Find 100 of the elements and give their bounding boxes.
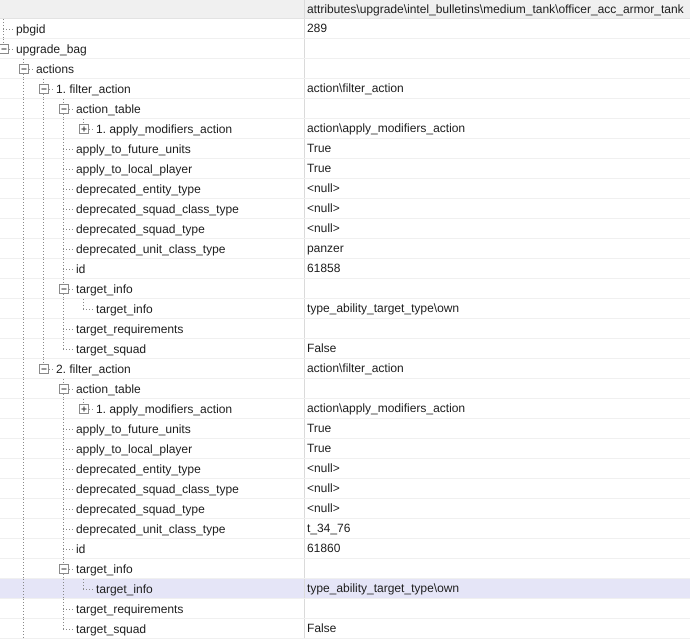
- property-value: action\filter_action: [307, 81, 404, 95]
- property-name: target_requirements: [76, 601, 184, 617]
- tree-row[interactable]: target_requirements: [0, 319, 690, 339]
- collapse-toggle[interactable]: [59, 384, 69, 394]
- property-name: target_info: [76, 281, 133, 297]
- tree-row[interactable]: target_info type_ability_target_type\own: [0, 579, 690, 599]
- tree-row[interactable]: id 61858: [0, 259, 690, 279]
- tree-lines: [23, 599, 76, 618]
- property-name: target_info: [76, 561, 133, 577]
- property-value: panzer: [307, 241, 344, 255]
- property-value: type_ability_target_type\own: [307, 301, 460, 315]
- property-name: target_info: [96, 581, 153, 597]
- property-name: deprecated_entity_type: [76, 181, 201, 197]
- property-name: upgrade_bag: [16, 41, 87, 57]
- property-name: 1. filter_action: [56, 81, 131, 97]
- property-name: apply_to_local_player: [76, 161, 192, 177]
- tree-row[interactable]: action_table: [0, 379, 690, 399]
- tree-lines: [23, 199, 76, 218]
- property-value: <null>: [307, 481, 340, 495]
- tree-row[interactable]: target_info: [0, 279, 690, 299]
- property-name: target_info: [96, 301, 153, 317]
- tree-lines: [23, 419, 76, 438]
- property-name: apply_to_future_units: [76, 421, 191, 437]
- tree-row[interactable]: actions: [0, 59, 690, 79]
- expand-toggle[interactable]: [79, 124, 89, 134]
- property-value: action\apply_modifiers_action: [307, 401, 466, 415]
- property-name: deprecated_squad_type: [76, 501, 205, 517]
- tree-row[interactable]: apply_to_local_player True: [0, 159, 690, 179]
- tree-row[interactable]: pbgid 289: [0, 19, 690, 39]
- property-value: action\filter_action: [307, 361, 404, 375]
- tree-row[interactable]: 2. filter_action action\filter_action: [0, 359, 690, 379]
- tree-row[interactable]: deprecated_squad_type <null>: [0, 499, 690, 519]
- tree-row[interactable]: upgrade_bag: [0, 39, 690, 59]
- collapse-toggle[interactable]: [39, 84, 49, 94]
- property-value: <null>: [307, 501, 340, 515]
- tree-lines: [23, 559, 76, 578]
- collapse-toggle[interactable]: [59, 104, 69, 114]
- property-value: True: [307, 141, 332, 155]
- property-name: deprecated_squad_type: [76, 221, 205, 237]
- tree-row[interactable]: deprecated_unit_class_type t_34_76: [0, 519, 690, 539]
- tree-row[interactable]: apply_to_future_units True: [0, 419, 690, 439]
- tree-lines: [23, 619, 76, 638]
- tree-lines: [23, 539, 76, 558]
- collapse-toggle[interactable]: [59, 564, 69, 574]
- property-value: 61860: [307, 541, 340, 555]
- tree-row[interactable]: 1. apply_modifiers_action action\apply_modifiers_action: [0, 119, 690, 139]
- property-value: <null>: [307, 181, 340, 195]
- property-name: deprecated_unit_class_type: [76, 521, 226, 537]
- tree-row[interactable]: target_info type_ability_target_type\own: [0, 299, 690, 319]
- collapse-toggle[interactable]: [19, 64, 29, 74]
- tree-row[interactable]: deprecated_entity_type <null>: [0, 459, 690, 479]
- property-name: target_squad: [76, 621, 146, 637]
- tree-lines: [23, 279, 76, 298]
- tree-row[interactable]: deprecated_squad_class_type <null>: [0, 479, 690, 499]
- property-value: <null>: [307, 221, 340, 235]
- property-value: t_34_76: [307, 521, 350, 535]
- property-value: True: [307, 441, 332, 455]
- tree-row[interactable]: deprecated_entity_type <null>: [0, 179, 690, 199]
- tree-row[interactable]: 1. apply_modifiers_action action\apply_modifiers_action: [0, 399, 690, 419]
- tree-row[interactable]: target_squad False: [0, 339, 690, 359]
- property-name: id: [76, 261, 86, 277]
- property-name: deprecated_entity_type: [76, 461, 201, 477]
- property-name: apply_to_local_player: [76, 441, 192, 457]
- tree-lines: [23, 319, 76, 338]
- tree-row[interactable]: action_table: [0, 99, 690, 119]
- tree-lines: [3, 19, 16, 38]
- tree-row[interactable]: deprecated_unit_class_type panzer: [0, 239, 690, 259]
- tree-row[interactable]: id 61860: [0, 539, 690, 559]
- tree-lines: [23, 219, 76, 238]
- collapse-toggle[interactable]: [0, 44, 9, 54]
- property-value: 289: [307, 21, 328, 35]
- tree-row[interactable]: apply_to_local_player True: [0, 439, 690, 459]
- property-name: 1. apply_modifiers_action: [96, 401, 232, 417]
- property-value: <null>: [307, 201, 340, 215]
- tree-lines: [23, 499, 76, 518]
- property-name: target_requirements: [76, 321, 184, 337]
- property-name: deprecated_squad_class_type: [76, 201, 239, 217]
- tree-lines: [23, 239, 76, 258]
- expand-toggle[interactable]: [79, 404, 89, 414]
- tree-row[interactable]: 1. filter_action action\filter_action: [0, 79, 690, 99]
- property-value: False: [307, 621, 336, 635]
- property-value: True: [307, 161, 332, 175]
- property-name: 1. apply_modifiers_action: [96, 121, 232, 137]
- tree-lines: [23, 259, 76, 278]
- tree-row[interactable]: deprecated_squad_class_type <null>: [0, 199, 690, 219]
- collapse-toggle[interactable]: [59, 284, 69, 294]
- tree-row[interactable]: target_squad False: [0, 619, 690, 639]
- tree-lines: [23, 519, 76, 538]
- property-name: pbgid: [16, 21, 46, 37]
- tree-row[interactable]: apply_to_future_units True: [0, 139, 690, 159]
- tree-row[interactable]: deprecated_squad_type <null>: [0, 219, 690, 239]
- property-name: apply_to_future_units: [76, 141, 191, 157]
- property-value: 61858: [307, 261, 340, 275]
- tree-lines: [23, 179, 76, 198]
- property-value: True: [307, 421, 332, 435]
- tree-lines: [23, 479, 76, 498]
- property-name: id: [76, 541, 86, 557]
- collapse-toggle[interactable]: [39, 364, 49, 374]
- property-value: <null>: [307, 461, 340, 475]
- tree-row[interactable]: target_requirements: [0, 599, 690, 619]
